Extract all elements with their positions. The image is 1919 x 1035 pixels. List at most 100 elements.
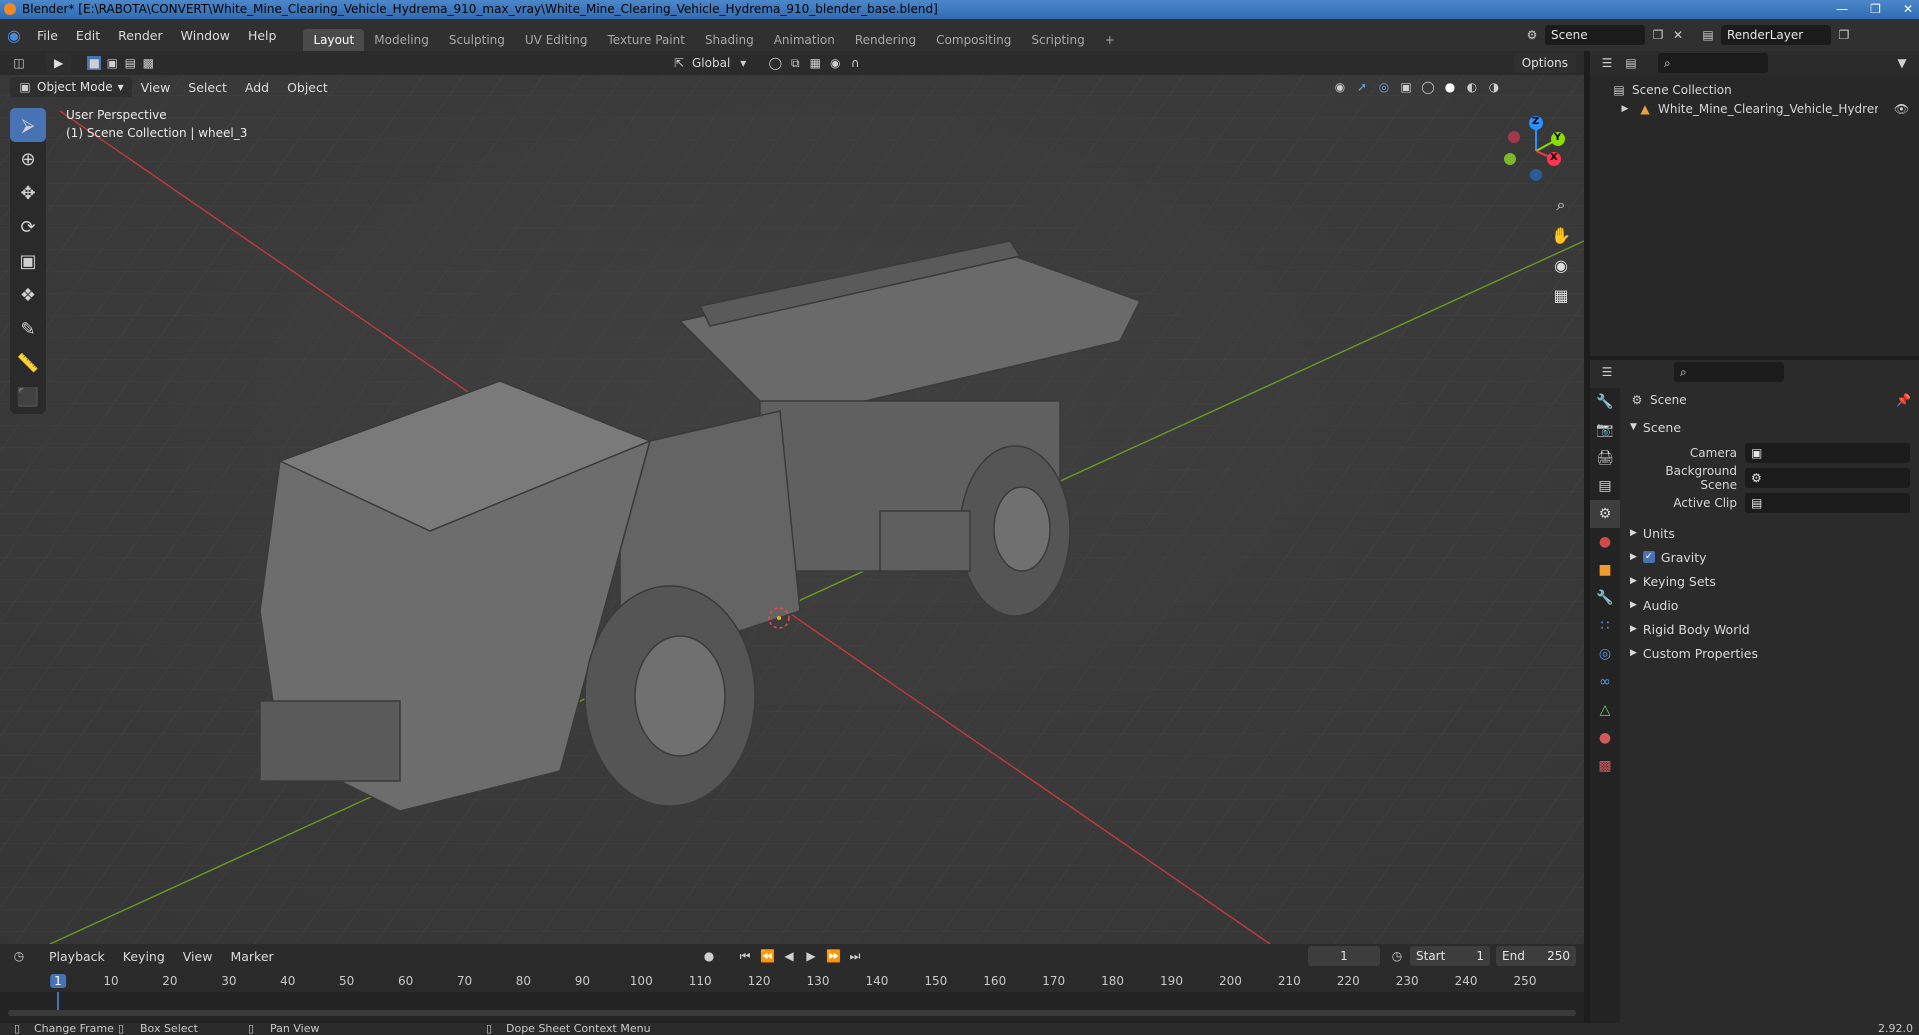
orientation-dropdown[interactable]: Global [692,56,730,70]
blender-menu-icon[interactable]: ◉ [0,26,28,45]
gravity-section[interactable]: ▶ ✓ Gravity [1630,545,1910,569]
proportional-edit-icon[interactable]: ◉ [828,56,842,70]
new-scene-icon[interactable]: ❐ [1651,28,1665,42]
overlay-toggle-icon[interactable]: ◎ [1377,80,1391,94]
scene-tab-icon[interactable]: ⚙ [1590,500,1620,528]
menu-help[interactable]: Help [239,28,286,43]
pivot-icon[interactable]: ◯ [768,56,782,70]
audio-section[interactable]: ▶ Audio [1630,593,1910,617]
filter-icon[interactable]: ▼ [1895,56,1909,70]
eye-icon[interactable]: 👁 [1894,102,1909,116]
menu-window[interactable]: Window [172,28,239,43]
object-tab-icon[interactable]: ■ [1590,556,1620,584]
menu-add[interactable]: Add [236,80,278,95]
rotate-tool-icon[interactable]: ⟳ [10,210,46,244]
restore-icon[interactable]: ❐ [1870,0,1881,19]
jump-end-icon[interactable]: ⏭ [848,949,862,963]
xray-icon[interactable]: ▣ [1399,80,1413,94]
tab-scripting[interactable]: Scripting [1021,29,1094,51]
tool-tab-icon[interactable]: 🔧 [1590,388,1620,416]
start-frame-field[interactable]: Start 1 [1410,946,1490,966]
display-mode-icon[interactable]: ▤ [1624,56,1638,70]
minimize-icon[interactable]: — [1836,0,1848,19]
output-tab-icon[interactable]: 🖨 [1590,444,1620,472]
tab-rendering[interactable]: Rendering [845,29,926,51]
keying-sets-section[interactable]: ▶ Keying Sets [1630,569,1910,593]
snap-increment-icon[interactable]: ▦ [808,56,822,70]
modifier-tab-icon[interactable]: 🔧 [1590,584,1620,612]
next-keyframe-icon[interactable]: ⏩ [826,949,841,963]
tab-texture-paint[interactable]: Texture Paint [598,29,695,51]
menu-marker[interactable]: Marker [221,949,282,964]
scene-panel-header[interactable]: ▼ Scene [1630,414,1910,440]
gizmo-toggle-icon[interactable]: ➚ [1355,80,1369,94]
options-dropdown[interactable]: Options [1513,53,1576,73]
tab-compositing[interactable]: Compositing [926,29,1021,51]
mode-dropdown[interactable]: ▣ Object Mode ▾ [10,77,132,97]
3d-viewport[interactable]: ◫ ▶ ■ ▣ ▤ ▩ ⇱ Global ▾ ◯ ⧉ ▦ ◉ ∩ Options… [0,51,1584,944]
custom-properties-section[interactable]: ▶ Custom Properties [1630,641,1910,665]
physics-tab-icon[interactable]: ◎ [1590,640,1620,668]
select-box-tool-icon[interactable]: ⮚ [10,108,46,142]
timeline-area[interactable]: 1 10 20 30 40 50 60 70 80 90 100 110 120 130 140 150 160… [0,968,1584,1023]
menu-render[interactable]: Render [109,28,172,43]
texture-tab-icon[interactable]: ▩ [1590,752,1620,780]
outliner-item[interactable]: White_Mine_Clearing_Vehicle_Hydrema_91( [1658,102,1878,116]
select-subtract-icon[interactable]: ▤ [123,56,137,70]
timeline-editor-icon[interactable]: ◷ [12,949,26,963]
tab-animation[interactable]: Animation [764,29,845,51]
solid-shading-icon[interactable]: ● [1443,80,1457,94]
select-tool-icon[interactable]: ▶ [46,53,72,73]
navigation-gizmo[interactable]: Z Y X [1496,111,1576,191]
menu-playback[interactable]: Playback [40,949,114,964]
visibility-icon[interactable]: ◉ [1333,80,1347,94]
camera-view-icon[interactable]: ◉ [1547,251,1575,279]
scene-selector[interactable]: Scene [1545,25,1645,45]
play-icon[interactable]: ▶ [804,949,818,963]
frame-ruler[interactable]: 1 10 20 30 40 50 60 70 80 90 100 110 120 130 140 150 160… [0,968,1584,992]
view-layer-tab-icon[interactable]: ▤ [1590,472,1620,500]
end-frame-field[interactable]: End 250 [1496,946,1576,966]
render-tab-icon[interactable]: 📷 [1590,416,1620,444]
select-invert-icon[interactable]: ▩ [141,56,155,70]
outliner-root[interactable]: Scene Collection [1632,83,1732,97]
jump-start-icon[interactable]: ⏮ [738,949,752,963]
camera-field[interactable]: ▣ [1745,442,1910,463]
menu-timeline-view[interactable]: View [174,949,222,964]
editor-type-icon[interactable]: ◫ [12,56,26,70]
tab-modeling[interactable]: Modeling [364,29,439,51]
gravity-checkbox[interactable]: ✓ [1642,551,1655,563]
pan-hand-icon[interactable]: ✋ [1547,221,1575,249]
add-workspace-icon[interactable]: + [1095,29,1125,51]
render-layer-icon[interactable]: ▤ [1701,28,1715,42]
tab-sculpting[interactable]: Sculpting [439,29,515,51]
tab-layout[interactable]: Layout [303,29,365,51]
add-cube-tool-icon[interactable]: ⬛ [10,380,46,414]
current-frame-field[interactable]: 1 [1308,946,1380,966]
menu-keying[interactable]: Keying [114,949,174,964]
render-layer-selector[interactable]: RenderLayer [1721,25,1831,45]
outliner-editor-icon[interactable]: ☰ [1600,56,1614,70]
background-scene-field[interactable]: ⚙ [1745,467,1910,488]
active-clip-field[interactable]: ▤ [1745,492,1910,513]
menu-edit[interactable]: Edit [67,28,109,43]
move-tool-icon[interactable]: ✥ [10,176,46,210]
pin-icon[interactable]: 📌 [1896,393,1911,407]
menu-object[interactable]: Object [278,80,337,95]
expand-arrow-icon[interactable]: ▶ [1618,102,1632,116]
particles-tab-icon[interactable]: ∷ [1590,612,1620,640]
cursor-tool-icon[interactable]: ⊕ [10,142,46,176]
perspective-toggle-icon[interactable]: ▦ [1547,281,1575,309]
data-tab-icon[interactable]: △ [1590,696,1620,724]
measure-tool-icon[interactable]: 📏 [10,346,46,380]
select-new-icon[interactable]: ■ [87,56,102,70]
rendered-shading-icon[interactable]: ◑ [1487,80,1501,94]
rigid-body-world-section[interactable]: ▶ Rigid Body World [1630,617,1910,641]
delete-scene-icon[interactable]: ✕ [1671,28,1685,42]
close-icon[interactable]: ✕ [1903,0,1913,19]
falloff-icon[interactable]: ∩ [848,56,862,70]
world-tab-icon[interactable]: ● [1590,528,1620,556]
select-extend-icon[interactable]: ▣ [105,56,119,70]
outliner-search-input[interactable]: ⌕ [1658,53,1768,73]
constraints-tab-icon[interactable]: ∞ [1590,668,1620,696]
